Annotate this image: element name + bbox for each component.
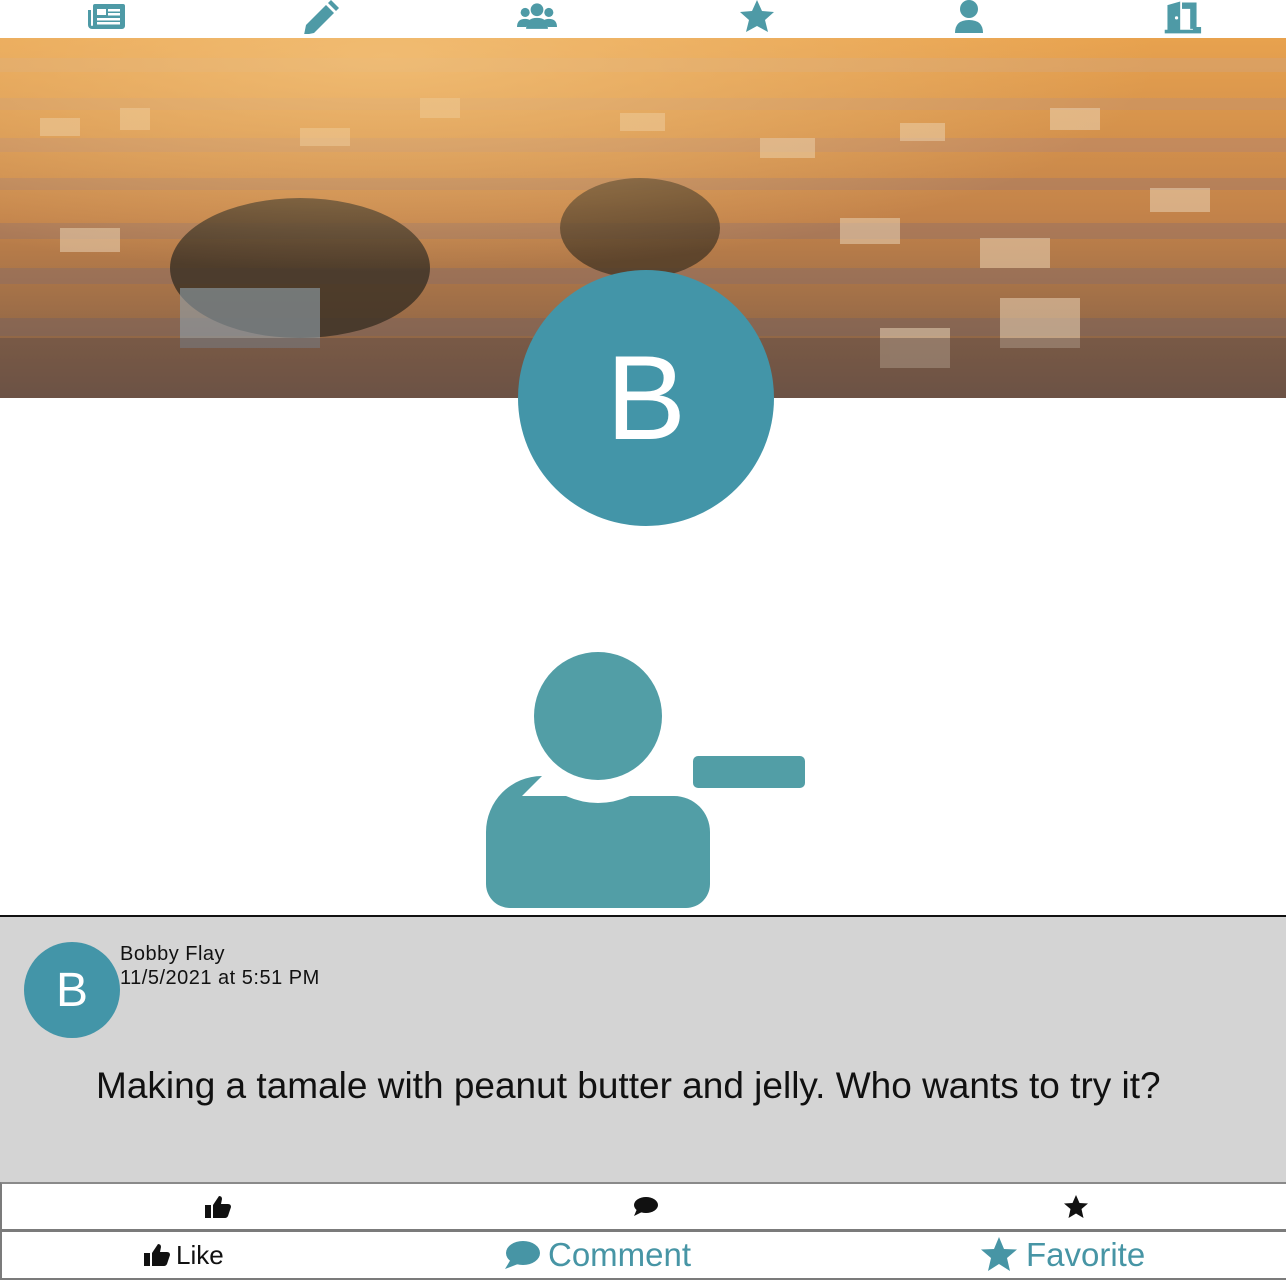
door-exit-icon bbox=[1164, 1, 1202, 34]
favorite-button-label: Favorite bbox=[1026, 1236, 1146, 1273]
favorite-reaction[interactable] bbox=[1046, 1184, 1106, 1229]
favorite-button[interactable]: Favorite bbox=[980, 1232, 1145, 1278]
nav-friends-button[interactable] bbox=[515, 0, 559, 34]
profile-avatar-initial: B bbox=[605, 331, 687, 465]
post-body-text: Making a tamale with peanut butter and j… bbox=[96, 1065, 1161, 1106]
comment-icon bbox=[634, 1196, 658, 1216]
like-button[interactable]: Like bbox=[144, 1232, 224, 1278]
post-card: B Bobby Flay 11/5/2021 at 5:51 PM Making… bbox=[0, 917, 1286, 1182]
comment-reaction[interactable] bbox=[616, 1184, 676, 1229]
newspaper-icon bbox=[88, 4, 125, 29]
comment-button-label: Comment bbox=[548, 1236, 692, 1273]
users-icon bbox=[517, 3, 557, 29]
like-button-label: Like bbox=[176, 1239, 224, 1270]
user-minus-icon bbox=[486, 652, 805, 908]
thumbs-up-icon bbox=[205, 1195, 231, 1218]
top-navigation bbox=[0, 0, 1286, 38]
post-actions-bar: Like Comment Favorite bbox=[0, 1230, 1286, 1280]
like-reaction[interactable] bbox=[188, 1184, 248, 1229]
star-icon bbox=[1064, 1194, 1088, 1218]
pencil-icon bbox=[304, 0, 339, 34]
nav-new-post-button[interactable] bbox=[300, 0, 344, 34]
comment-button[interactable]: Comment bbox=[504, 1232, 691, 1278]
profile-avatar: B bbox=[518, 270, 774, 526]
nav-favorites-button[interactable] bbox=[735, 0, 779, 34]
star-icon bbox=[740, 0, 774, 32]
remove-friend-button[interactable] bbox=[486, 652, 808, 910]
nav-logout-button[interactable] bbox=[1160, 0, 1204, 34]
reaction-summary-bar bbox=[0, 1182, 1286, 1231]
nav-newsfeed-button[interactable] bbox=[84, 0, 128, 34]
star-icon bbox=[981, 1237, 1017, 1271]
post-timestamp: 11/5/2021 at 5:51 PM bbox=[120, 967, 320, 989]
post-author-name[interactable]: Bobby Flay bbox=[120, 943, 225, 966]
thumbs-up-icon bbox=[144, 1244, 170, 1266]
nav-profile-button[interactable] bbox=[947, 0, 991, 34]
post-author-avatar[interactable]: B bbox=[24, 942, 120, 1038]
post-author-initial: B bbox=[55, 963, 88, 1017]
comment-icon bbox=[505, 1241, 540, 1269]
user-icon bbox=[955, 0, 983, 33]
